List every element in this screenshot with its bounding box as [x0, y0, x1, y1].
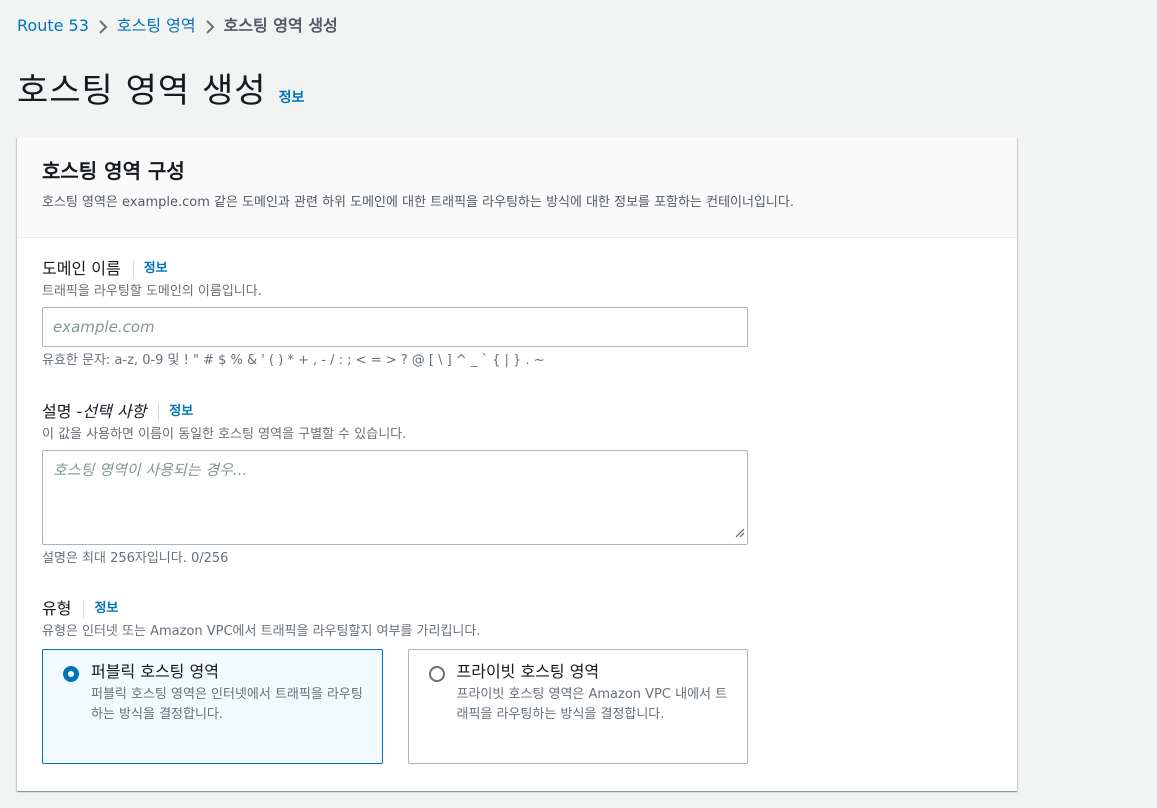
type-info-link[interactable]: 정보: [94, 598, 118, 620]
page-header: 호스팅 영역 생성 정보: [17, 63, 304, 112]
domain-name-input[interactable]: example.com: [42, 307, 748, 347]
page-info-link[interactable]: 정보: [279, 87, 305, 107]
type-description: 유형은 인터넷 또는 Amazon VPC에서 트래픽을 라우팅할지 여부를 가…: [42, 624, 481, 639]
public-hosted-zone-tile[interactable]: 퍼블릭 호스팅 영역 퍼블릭 호스팅 영역은 인터넷에서 트래픽을 라우팅하는 …: [42, 649, 383, 764]
description-placeholder: 호스팅 영역이 사용되는 경우...: [53, 461, 248, 479]
divider: [158, 403, 160, 421]
divider: [132, 260, 134, 278]
radio-selected-icon[interactable]: [63, 666, 79, 682]
page-title: 호스팅 영역 생성: [17, 71, 267, 111]
description-textarea[interactable]: 호스팅 영역이 사용되는 경우...: [42, 450, 748, 545]
public-hosted-zone-description: 퍼블릭 호스팅 영역은 인터넷에서 트래픽을 라우팅하는 방식을 결정합니다.: [91, 687, 363, 722]
type-label: 유형: [42, 599, 72, 618]
type-options: 퍼블릭 호스팅 영역 퍼블릭 호스팅 영역은 인터넷에서 트래픽을 라우팅하는 …: [42, 649, 748, 764]
breadcrumb: Route 53 호스팅 영역 호스팅 영역 생성: [17, 14, 338, 38]
domain-name-label: 도메인 이름: [42, 259, 121, 278]
panel-title: 호스팅 영역 구성: [42, 159, 185, 183]
description-field: 설명 - 선택 사항 정보 이 값을 사용하면 이름이 동일한 호스팅 영역을 …: [42, 401, 748, 568]
chevron-right-icon: [89, 14, 117, 38]
domain-name-constraint: 유효한 문자: a-z, 0-9 및 ! " # $ % & ' ( ) * +…: [42, 353, 545, 368]
domain-name-info-link[interactable]: 정보: [144, 258, 168, 280]
resize-handle-icon[interactable]: [735, 524, 745, 542]
domain-name-description: 트래픽을 라우팅할 도메인의 이름입니다.: [42, 284, 262, 299]
description-label: 설명 -: [42, 402, 83, 421]
description-constraint: 설명은 최대 256자입니다. 0/256: [42, 551, 229, 566]
description-hint: 이 값을 사용하면 이름이 동일한 호스팅 영역을 구별할 수 있습니다.: [42, 427, 407, 442]
radio-unselected-icon[interactable]: [428, 666, 445, 682]
private-hosted-zone-title: 프라이빗 호스팅 영역: [456, 662, 600, 681]
description-optional-label: 선택 사항: [82, 402, 147, 421]
panel-description: 호스팅 영역은 example.com 같은 도메인과 관련 하위 도메인에 대…: [42, 195, 794, 210]
domain-name-field: 도메인 이름 정보 트래픽을 라우팅할 도메인의 이름입니다. example.…: [42, 258, 748, 370]
chevron-right-icon: [196, 14, 224, 38]
panel-header: 호스팅 영역 구성 호스팅 영역은 example.com 같은 도메인과 관련…: [17, 137, 1017, 238]
private-hosted-zone-tile[interactable]: 프라이빗 호스팅 영역 프라이빗 호스팅 영역은 Amazon VPC 내에서 …: [407, 649, 748, 764]
description-info-link[interactable]: 정보: [169, 401, 193, 423]
breadcrumb-current: 호스팅 영역 생성: [223, 16, 338, 35]
divider: [83, 600, 85, 618]
type-field: 유형 정보 유형은 인터넷 또는 Amazon VPC에서 트래픽을 라우팅할지…: [42, 598, 748, 764]
public-hosted-zone-title: 퍼블릭 호스팅 영역: [91, 662, 219, 681]
private-hosted-zone-description: 프라이빗 호스팅 영역은 Amazon VPC 내에서 트래픽을 라우팅하는 방…: [456, 687, 728, 722]
breadcrumb-route53[interactable]: Route 53: [17, 14, 89, 38]
breadcrumb-hosted-zones[interactable]: 호스팅 영역: [117, 14, 196, 38]
hosted-zone-config-panel: 호스팅 영역 구성 호스팅 영역은 example.com 같은 도메인과 관련…: [17, 137, 1017, 791]
